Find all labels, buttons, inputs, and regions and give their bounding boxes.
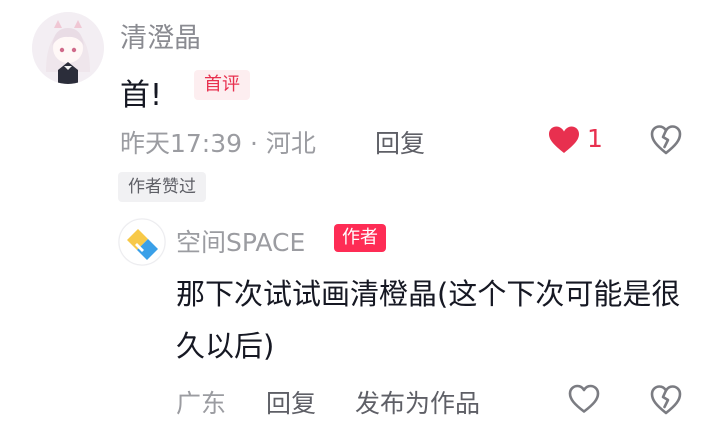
dislike-broken-heart-icon bbox=[650, 385, 682, 415]
comment-text: 首! bbox=[120, 78, 163, 113]
reply-username[interactable]: 空间SPACE bbox=[176, 223, 305, 259]
reply-button[interactable]: 回复 bbox=[375, 124, 425, 160]
reply-dislike-button[interactable] bbox=[650, 384, 682, 416]
author-liked-tag: 作者赞过 bbox=[118, 172, 206, 202]
publish-as-work-button[interactable]: 发布为作品 bbox=[355, 384, 480, 420]
like-count: 1 bbox=[587, 124, 603, 153]
reply-reply-button[interactable]: 回复 bbox=[266, 384, 316, 420]
reply-text: 那下次试试画清橙晶(这个下次可能是很久以后) bbox=[176, 277, 681, 363]
like-button[interactable] bbox=[548, 126, 580, 154]
avatar-anime-girl-icon bbox=[32, 12, 104, 84]
dislike-broken-heart-icon bbox=[650, 125, 682, 155]
heart-icon bbox=[549, 126, 579, 153]
first-comment-badge: 首评 bbox=[194, 70, 250, 100]
reply-avatar[interactable] bbox=[118, 218, 166, 266]
avatar-space-logo-icon bbox=[118, 218, 166, 266]
comment-time-location: 昨天17:39 · 河北 bbox=[120, 129, 316, 158]
comment-username[interactable]: 清澄晶 bbox=[120, 16, 201, 55]
heart-outline-icon bbox=[568, 384, 600, 413]
reply-like-button[interactable] bbox=[568, 384, 600, 414]
author-badge: 作者 bbox=[334, 224, 386, 252]
avatar[interactable] bbox=[32, 12, 104, 84]
dislike-button[interactable] bbox=[650, 124, 682, 156]
reply-location: 广东 bbox=[176, 389, 227, 418]
